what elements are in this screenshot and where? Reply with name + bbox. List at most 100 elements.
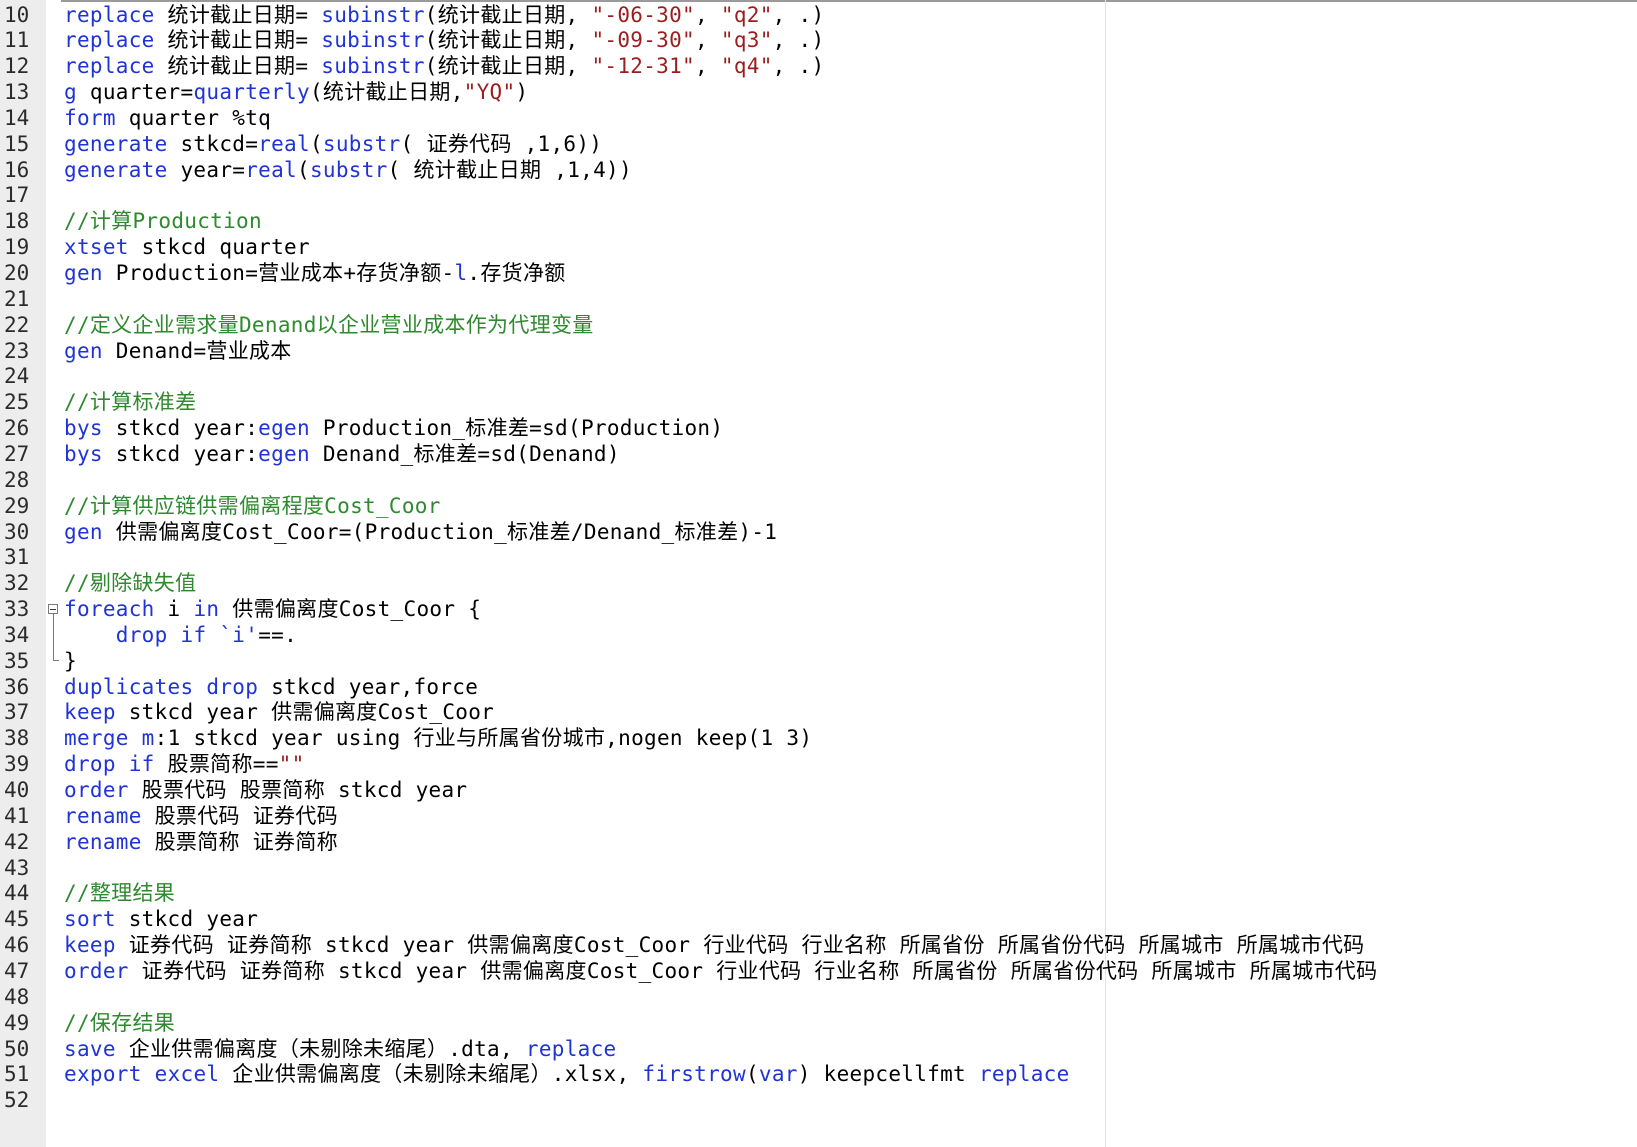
line-number: 38 [4,726,30,751]
code-line[interactable]: 27 bys stkcd year:egen Denand_标准差=sd(Dena… [0,441,1637,468]
code-text[interactable]: bys stkcd year:egen Production_标准差=sd(Pr… [64,415,723,442]
code-token: Denand_标准差=sd(Denand) [309,441,620,466]
code-text[interactable]: generate year=real(substr( 统计截止日期 ,1,4)) [64,157,632,184]
code-text[interactable]: sort stkcd year [64,906,258,933]
code-line[interactable]: 44 //整理结果 [0,880,1637,907]
code-text[interactable]: } [64,648,77,675]
code-line[interactable]: 32 //剔除缺失值 [0,570,1637,597]
fold-minus-icon[interactable] [48,604,58,615]
code-text[interactable]: xtset stkcd quarter [64,234,310,261]
code-line[interactable]: 24 [0,363,1637,390]
code-line[interactable]: 30 gen 供需偏离度Cost_Coor=(Production_标准差/Den… [0,519,1637,546]
code-text[interactable]: order 股票代码 股票简称 stkcd year [64,777,467,804]
code-token: :1 stkcd year using 行业与所属省份城市,nogen keep… [154,726,813,751]
code-line[interactable]: 36 duplicates drop stkcd year,force [0,674,1637,701]
code-line[interactable]: 37 keep stkcd year 供需偏离度Cost_Coor [0,699,1637,726]
code-line[interactable]: 21 [0,286,1637,313]
code-line[interactable]: 12 replace 统计截止日期= subinstr(统计截止日期, "-12-… [0,53,1637,80]
code-line[interactable]: 23 gen Denand=营业成本 [0,338,1637,365]
code-token: ==. [258,622,298,647]
code-text[interactable]: //计算Production [64,208,262,235]
code-line[interactable]: 19 xtset stkcd quarter [0,234,1637,261]
code-line[interactable]: 25 //计算标准差 [0,389,1637,416]
code-line[interactable]: 20 gen Production=营业成本+存货净额-l.存货净额 [0,260,1637,287]
code-line[interactable]: 22 //定义企业需求量Denand以企业营业成本作为代理变量 [0,312,1637,339]
code-text[interactable]: rename 股票代码 证券代码 [64,803,338,830]
code-text[interactable]: save 企业供需偏离度（未剔除未缩尾）.dta, replace [64,1036,617,1063]
code-text[interactable]: export excel 企业供需偏离度（未剔除未缩尾）.xlsx, first… [64,1061,1070,1088]
line-number: 12 [4,54,30,79]
code-line[interactable]: 11 replace 统计截止日期= subinstr(统计截止日期, "-09-… [0,27,1637,54]
code-token: (统计截止日期, [424,28,592,53]
code-text[interactable]: replace 统计截止日期= subinstr(统计截止日期, "-09-30… [64,27,824,54]
keyword-token: replace [978,1062,1070,1087]
code-line[interactable]: 14 form quarter %tq [0,105,1637,132]
code-line[interactable]: 43 [0,855,1637,882]
code-token: 股票简称== [154,752,279,777]
code-line[interactable]: 41 rename 股票代码 证券代码 [0,803,1637,830]
code-text[interactable]: //定义企业需求量Denand以企业营业成本作为代理变量 [64,312,594,339]
code-token: , .) [772,54,825,79]
code-line[interactable]: 15 generate stkcd=real(substr( 证券代码 ,1,6)… [0,131,1637,158]
code-line[interactable]: 34 drop if `i'==. [0,622,1637,649]
code-text[interactable]: drop if 股票简称=="" [64,751,305,778]
code-line[interactable]: 26 bys stkcd year:egen Production_标准差=sd(… [0,415,1637,442]
code-line[interactable]: 42 rename 股票简称 证券简称 [0,829,1637,856]
code-line[interactable]: 50 save 企业供需偏离度（未剔除未缩尾）.dta, replace [0,1036,1637,1063]
code-text[interactable]: replace 统计截止日期= subinstr(统计截止日期, "-06-30… [64,2,824,29]
line-number: 22 [4,312,30,337]
code-token: stkcd year,force [258,674,479,699]
code-line[interactable]: 16 generate year=real(substr( 统计截止日期 ,1,4… [0,157,1637,184]
code-text[interactable]: keep stkcd year 供需偏离度Cost_Coor [64,699,494,726]
code-line[interactable]: 46 keep 证券代码 证券简称 stkcd year 供需偏离度Cost_Co… [0,932,1637,959]
code-text[interactable]: foreach i in 供需偏离度Cost_Coor { [64,596,481,623]
code-line[interactable]: 35} [0,648,1637,675]
line-number: 15 [4,131,30,156]
code-text[interactable]: generate stkcd=real(substr( 证券代码 ,1,6)) [64,131,602,158]
code-text[interactable]: bys stkcd year:egen Denand_标准差=sd(Denand… [64,441,620,468]
code-line[interactable]: 18 //计算Production [0,208,1637,235]
code-text[interactable]: //剔除缺失值 [64,570,196,597]
code-line[interactable]: 10 replace 统计截止日期= subinstr(统计截止日期, "-06-… [0,2,1637,29]
code-line[interactable]: 45 sort stkcd year [0,906,1637,933]
code-text[interactable]: gen Production=营业成本+存货净额-l.存货净额 [64,260,566,287]
line-number: 18 [4,209,30,234]
code-text[interactable]: //计算标准差 [64,389,196,416]
code-line[interactable]: 33 foreach i in 供需偏离度Cost_Coor { [0,596,1637,623]
code-text[interactable]: //计算供应链供需偏离程度Cost_Coor [64,493,441,520]
line-number: 42 [4,829,30,854]
code-line[interactable]: 31 [0,544,1637,571]
code-text[interactable]: duplicates drop stkcd year,force [64,674,478,701]
code-text[interactable]: keep 证券代码 证券简称 stkcd year 供需偏离度Cost_Coor… [64,932,1364,959]
code-line[interactable]: 13 g quarter=quarterly(统计截止日期,"YQ") [0,79,1637,106]
code-text[interactable]: //保存结果 [64,1010,175,1037]
keyword-token: subinstr [321,28,425,53]
code-text[interactable]: gen 供需偏离度Cost_Coor=(Production_标准差/Denan… [64,519,777,546]
code-text[interactable]: //整理结果 [64,880,175,907]
comment-token: //计算标准差 [64,390,197,415]
code-line[interactable]: 17 [0,182,1637,209]
code-line[interactable]: 47 order 证券代码 证券简称 stkcd year 供需偏离度Cost_C… [0,958,1637,985]
code-editor[interactable]: 10 replace 统计截止日期= subinstr(统计截止日期, "-06-… [0,0,1637,1147]
code-line[interactable]: 38 merge m:1 stkcd year using 行业与所属省份城市,n… [0,725,1637,752]
code-line[interactable]: 49 //保存结果 [0,1010,1637,1037]
code-text[interactable]: drop if `i'==. [64,622,297,649]
code-text[interactable]: merge m:1 stkcd year using 行业与所属省份城市,nog… [64,725,812,752]
code-line[interactable]: 52 [0,1087,1637,1114]
code-line[interactable]: 48 [0,984,1637,1011]
code-text[interactable]: replace 统计截止日期= subinstr(统计截止日期, "-12-31… [64,53,824,80]
code-token: quarter= [76,80,194,105]
code-text[interactable]: order 证券代码 证券简称 stkcd year 供需偏离度Cost_Coo… [64,958,1377,985]
keyword-token: gen [64,338,103,363]
code-text[interactable]: rename 股票简称 证券简称 [64,829,338,856]
code-line[interactable]: 40 order 股票代码 股票简称 stkcd year [0,777,1637,804]
code-line[interactable]: 51 export excel 企业供需偏离度（未剔除未缩尾）.xlsx, fir… [0,1061,1637,1088]
code-line[interactable]: 39 drop if 股票简称=="" [0,751,1637,778]
code-text[interactable]: gen Denand=营业成本 [64,338,292,365]
code-token: Denand=营业成本 [102,338,292,363]
code-line[interactable]: 29 //计算供应链供需偏离程度Cost_Coor [0,493,1637,520]
code-line[interactable]: 28 [0,467,1637,494]
code-text[interactable]: form quarter %tq [64,105,271,132]
code-text[interactable]: g quarter=quarterly(统计截止日期,"YQ") [64,79,528,106]
line-number: 40 [4,778,30,802]
